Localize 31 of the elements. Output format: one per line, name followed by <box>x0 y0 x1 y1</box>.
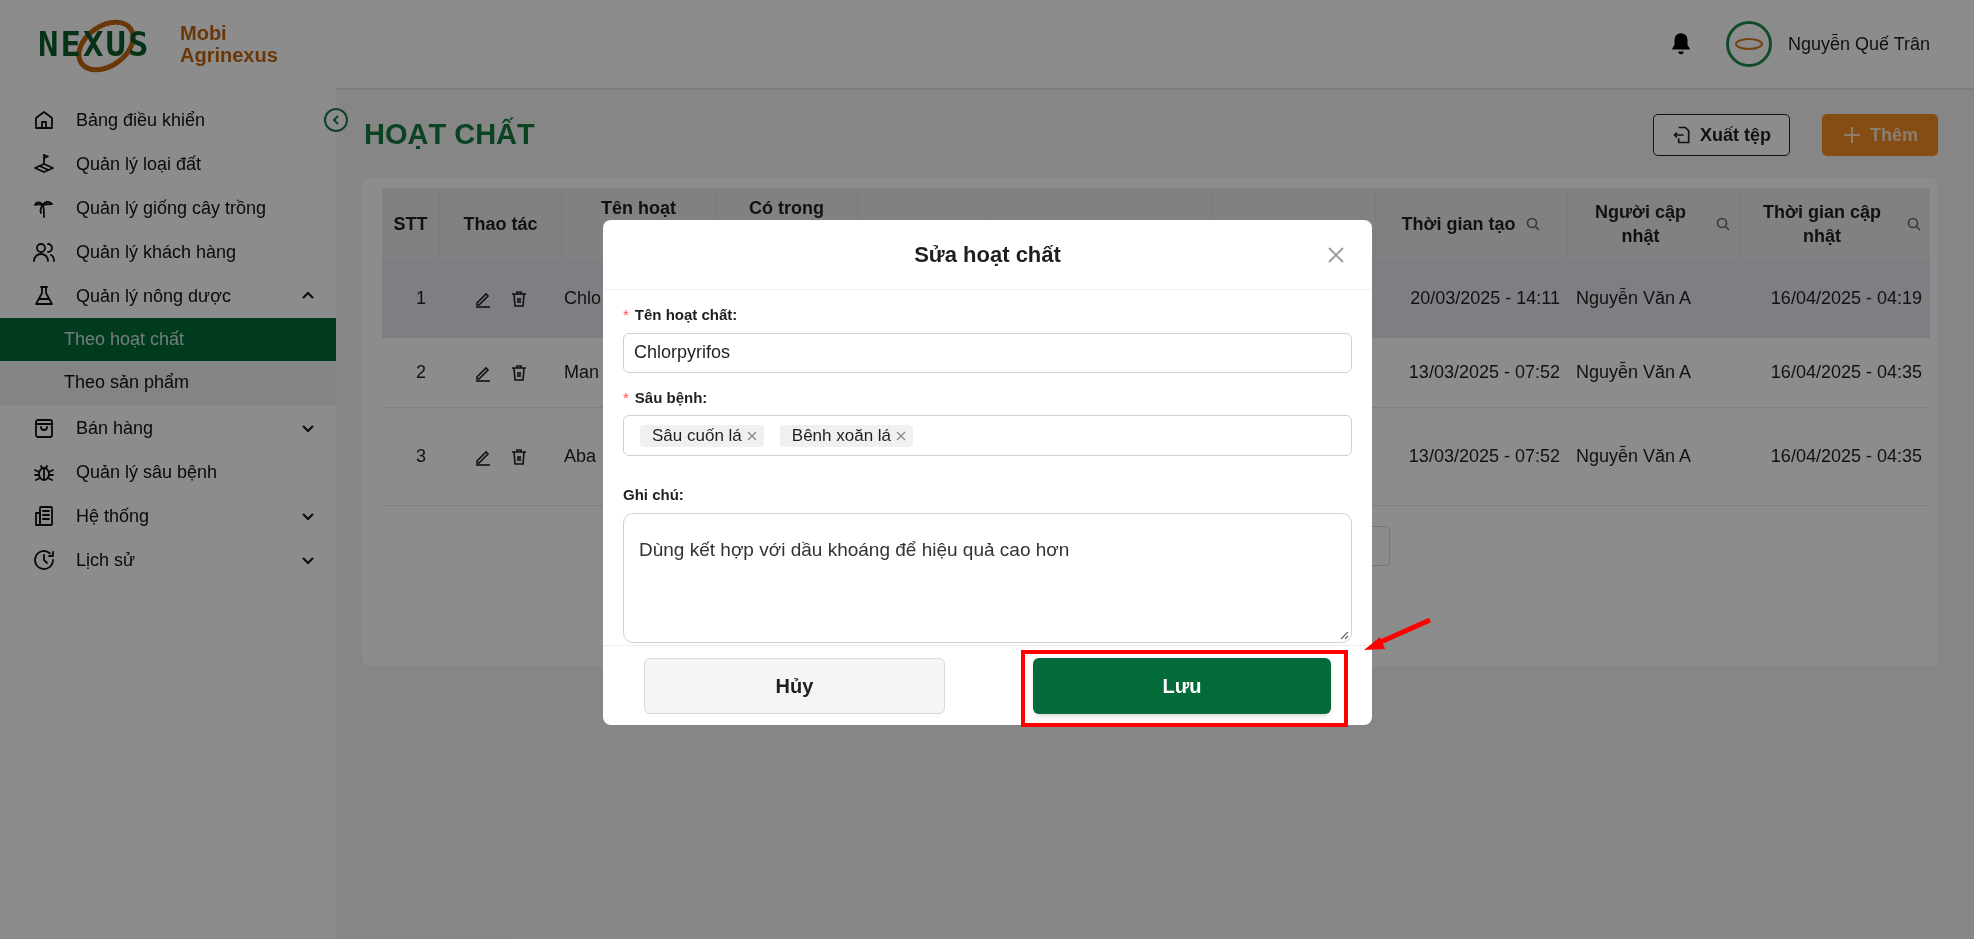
table-cell-text: Aba <box>564 445 597 468</box>
table-cell-text: Chlo <box>564 287 602 310</box>
table-cell-text: 16/04/2025 - 04:35 <box>1770 445 1922 468</box>
table-cell-text: Nguyễn Văn A <box>1576 360 1692 384</box>
table-cell-text: 3 <box>416 445 427 468</box>
dialog-title: Sửa hoạt chất <box>914 241 1061 269</box>
brand-name: Agrinexus <box>180 44 278 66</box>
table-cell-text: 1 <box>416 287 427 310</box>
table-cell-text: 16/04/2025 - 04:35 <box>1770 361 1922 384</box>
field-label: Ghi chú: <box>623 485 684 505</box>
column-header: Thời gian cập nhật <box>1762 201 1882 248</box>
page-title: HOẠT CHẤT <box>364 116 535 153</box>
field-label: Tên hoạt chất: <box>634 305 738 325</box>
column-header: STT <box>393 213 428 236</box>
field-label: Sâu bệnh: <box>634 387 708 408</box>
table-cell-text: 16/04/2025 - 04:19 <box>1770 287 1922 310</box>
table-cell-text: 20/03/2025 - 14:11 <box>1410 287 1560 310</box>
required-marker: * <box>623 305 629 325</box>
table-cell-text: 13/03/2025 - 07:52 <box>1408 445 1560 468</box>
table-cell-text: Nguyễn Văn A <box>1576 286 1692 310</box>
column-header: Tên hoạt <box>601 197 676 220</box>
table-cell-text: Man <box>564 361 599 384</box>
column-header: Thao tác <box>463 213 538 236</box>
required-marker: * <box>623 387 629 408</box>
column-header: Người cập nhật <box>1594 201 1687 248</box>
column-header: Thời gian tạo <box>1401 213 1516 236</box>
column-header: Có trong <box>749 197 824 220</box>
table-cell-text: Nguyễn Văn A <box>1576 444 1692 468</box>
brand-name: Mobi <box>180 22 228 44</box>
table-cell-text: 2 <box>416 361 427 384</box>
table-cell-text: 13/03/2025 - 07:52 <box>1408 361 1560 384</box>
